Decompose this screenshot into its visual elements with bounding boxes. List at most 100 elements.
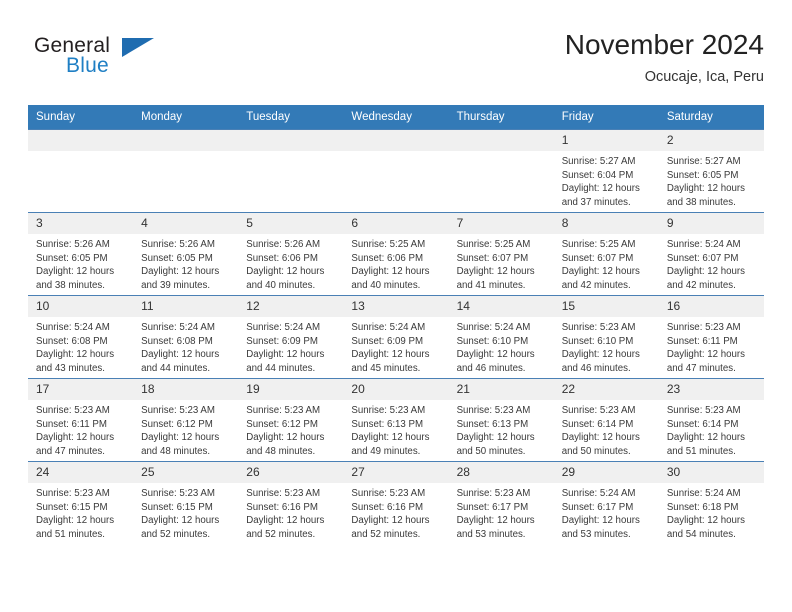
- daylight-text: Daylight: 12 hours: [666, 349, 745, 361]
- sunset-text: Sunset: 6:05 PM: [36, 252, 108, 264]
- day-details: Sunrise: 5:26 AM Sunset: 6:05 PM Daylight:…: [28, 234, 133, 292]
- sunrise-text: Sunrise: 5:23 AM: [246, 488, 321, 499]
- sunrise-text: Sunrise: 5:24 AM: [36, 322, 110, 333]
- calendar-cell-day[interactable]: 26 Sunrise: 5:23 AM Sunset: 6:16 PM Dayligh…: [238, 461, 344, 544]
- sunrise-text: Sunrise: 5:27 AM: [666, 156, 741, 167]
- calendar-cell-day[interactable]: 15 Sunrise: 5:23 AM Sunset: 6:10 PM Dayligh…: [553, 295, 659, 379]
- calendar-cell-day[interactable]: 9 Sunrise: 5:24 AM Sunset: 6:07 PM Daylight…: [658, 212, 764, 296]
- calendar-cell-day[interactable]: 19 Sunrise: 5:23 AM Sunset: 6:12 PM Dayligh…: [238, 378, 344, 462]
- sunset-text: Sunset: 6:10 PM: [456, 335, 529, 347]
- daylight-text: Daylight: 12 hours: [666, 515, 745, 527]
- daylight-text: and 50 minutes.: [561, 445, 631, 457]
- daylight-text: Daylight: 12 hours: [246, 349, 325, 361]
- calendar-week-row: 3 Sunrise: 5:26 AM Sunset: 6:05 PM Daylight…: [28, 212, 764, 296]
- day-number: 22: [553, 379, 659, 400]
- day-number: 6: [343, 213, 449, 234]
- daylight-text: and 43 minutes.: [36, 362, 105, 374]
- calendar-cell-day[interactable]: 5 Sunrise: 5:26 AM Sunset: 6:06 PM Daylight…: [238, 212, 344, 296]
- calendar-cell-day[interactable]: 25 Sunrise: 5:23 AM Sunset: 6:15 PM Dayligh…: [133, 461, 239, 544]
- sunrise-text: Sunrise: 5:24 AM: [561, 488, 636, 499]
- calendar-cell-day[interactable]: 23 Sunrise: 5:23 AM Sunset: 6:14 PM Dayligh…: [658, 378, 764, 462]
- daylight-text: Daylight: 12 hours: [456, 432, 535, 444]
- sunset-text: Sunset: 6:12 PM: [246, 418, 318, 430]
- daylight-text: and 50 minutes.: [456, 445, 526, 457]
- day-details: Sunrise: 5:23 AM Sunset: 6:17 PM Daylight:…: [449, 483, 554, 541]
- calendar-cell-day[interactable]: 28 Sunrise: 5:23 AM Sunset: 6:17 PM Dayligh…: [448, 461, 554, 544]
- daylight-text: Daylight: 12 hours: [456, 266, 535, 278]
- sunset-text: Sunset: 6:17 PM: [456, 501, 529, 513]
- daylight-text: and 37 minutes.: [561, 196, 631, 208]
- daylight-text: and 52 minutes.: [246, 528, 316, 540]
- calendar-cell-day[interactable]: 3 Sunrise: 5:26 AM Sunset: 6:05 PM Daylight…: [28, 212, 134, 296]
- sunset-text: Sunset: 6:11 PM: [666, 335, 738, 347]
- calendar-cell-day[interactable]: 27 Sunrise: 5:23 AM Sunset: 6:16 PM Dayligh…: [343, 461, 449, 544]
- daylight-text: and 40 minutes.: [351, 279, 421, 291]
- calendar-cell-day[interactable]: 18 Sunrise: 5:23 AM Sunset: 6:12 PM Dayligh…: [133, 378, 239, 462]
- day-details: Sunrise: 5:25 AM Sunset: 6:07 PM Daylight:…: [449, 234, 554, 292]
- day-details: Sunrise: 5:23 AM Sunset: 6:16 PM Daylight:…: [238, 483, 343, 541]
- day-details: Sunrise: 5:24 AM Sunset: 6:09 PM Daylight:…: [343, 317, 448, 375]
- daylight-text: Daylight: 12 hours: [456, 349, 535, 361]
- calendar-cell-day[interactable]: 24 Sunrise: 5:23 AM Sunset: 6:15 PM Dayligh…: [28, 461, 134, 544]
- day-number: [448, 130, 554, 151]
- general-blue-logo[interactable]: General Blue: [34, 34, 224, 86]
- day-number: 1: [553, 130, 659, 151]
- calendar-cell-day[interactable]: 4 Sunrise: 5:26 AM Sunset: 6:05 PM Daylight…: [133, 212, 239, 296]
- calendar-cell-day[interactable]: 20 Sunrise: 5:23 AM Sunset: 6:13 PM Dayligh…: [343, 378, 449, 462]
- calendar-cell-day[interactable]: 29 Sunrise: 5:24 AM Sunset: 6:17 PM Dayligh…: [553, 461, 659, 544]
- calendar-cell-day[interactable]: 6 Sunrise: 5:25 AM Sunset: 6:06 PM Daylight…: [343, 212, 449, 296]
- calendar-cell-day[interactable]: 22 Sunrise: 5:23 AM Sunset: 6:14 PM Dayligh…: [553, 378, 659, 462]
- weekday-header-wednesday: Wednesday: [343, 105, 449, 130]
- day-details: Sunrise: 5:24 AM Sunset: 6:08 PM Daylight:…: [28, 317, 133, 375]
- daylight-text: Daylight: 12 hours: [246, 515, 325, 527]
- calendar-cell-empty: [28, 129, 134, 213]
- day-details: Sunrise: 5:23 AM Sunset: 6:11 PM Daylight:…: [659, 317, 764, 375]
- daylight-text: and 53 minutes.: [456, 528, 526, 540]
- calendar-cell-day[interactable]: 21 Sunrise: 5:23 AM Sunset: 6:13 PM Dayligh…: [448, 378, 554, 462]
- calendar-cell-empty: [133, 129, 239, 213]
- day-details: Sunrise: 5:24 AM Sunset: 6:08 PM Daylight:…: [133, 317, 238, 375]
- sunrise-text: Sunrise: 5:23 AM: [351, 405, 426, 416]
- sunrise-text: Sunrise: 5:23 AM: [246, 405, 321, 416]
- sunset-text: Sunset: 6:12 PM: [141, 418, 213, 430]
- daylight-text: Daylight: 12 hours: [456, 515, 535, 527]
- sunrise-text: Sunrise: 5:25 AM: [456, 239, 531, 250]
- sunrise-text: Sunrise: 5:24 AM: [456, 322, 531, 333]
- day-details: Sunrise: 5:23 AM Sunset: 6:12 PM Daylight:…: [238, 400, 343, 458]
- daylight-text: and 44 minutes.: [141, 362, 211, 374]
- calendar-cell-day[interactable]: 2 Sunrise: 5:27 AM Sunset: 6:05 PM Daylight…: [658, 129, 764, 213]
- calendar-cell-day[interactable]: 13 Sunrise: 5:24 AM Sunset: 6:09 PM Dayligh…: [343, 295, 449, 379]
- calendar-cell-day[interactable]: 10 Sunrise: 5:24 AM Sunset: 6:08 PM Dayligh…: [28, 295, 134, 379]
- sunset-text: Sunset: 6:13 PM: [456, 418, 529, 430]
- daylight-text: Daylight: 12 hours: [351, 515, 430, 527]
- weekday-header-saturday: Saturday: [658, 105, 764, 130]
- daylight-text: Daylight: 12 hours: [141, 515, 220, 527]
- calendar-cell-day[interactable]: 17 Sunrise: 5:23 AM Sunset: 6:11 PM Dayligh…: [28, 378, 134, 462]
- calendar-cell-day[interactable]: 11 Sunrise: 5:24 AM Sunset: 6:08 PM Dayligh…: [133, 295, 239, 379]
- day-details: Sunrise: 5:23 AM Sunset: 6:11 PM Daylight:…: [28, 400, 133, 458]
- daylight-text: Daylight: 12 hours: [561, 183, 640, 195]
- calendar-cell-day[interactable]: 1 Sunrise: 5:27 AM Sunset: 6:04 PM Daylight…: [553, 129, 659, 213]
- daylight-text: and 42 minutes.: [561, 279, 631, 291]
- sunrise-text: Sunrise: 5:24 AM: [666, 488, 741, 499]
- calendar-cell-day[interactable]: 16 Sunrise: 5:23 AM Sunset: 6:11 PM Dayligh…: [658, 295, 764, 379]
- sunrise-text: Sunrise: 5:23 AM: [351, 488, 426, 499]
- daylight-text: Daylight: 12 hours: [666, 183, 745, 195]
- daylight-text: Daylight: 12 hours: [561, 432, 640, 444]
- calendar-cell-day[interactable]: 14 Sunrise: 5:24 AM Sunset: 6:10 PM Dayligh…: [448, 295, 554, 379]
- sunrise-text: Sunrise: 5:23 AM: [456, 405, 531, 416]
- sunset-text: Sunset: 6:07 PM: [456, 252, 529, 264]
- calendar-cell-day[interactable]: 30 Sunrise: 5:24 AM Sunset: 6:18 PM Dayligh…: [658, 461, 764, 544]
- sunrise-text: Sunrise: 5:23 AM: [141, 405, 215, 416]
- sunrise-text: Sunrise: 5:23 AM: [666, 405, 741, 416]
- day-number: 23: [658, 379, 764, 400]
- sunset-text: Sunset: 6:04 PM: [561, 169, 634, 181]
- calendar-cell-day[interactable]: 7 Sunrise: 5:25 AM Sunset: 6:07 PM Daylight…: [448, 212, 554, 296]
- calendar-week-row: 24 Sunrise: 5:23 AM Sunset: 6:15 PM Dayligh…: [28, 461, 764, 544]
- day-details: Sunrise: 5:24 AM Sunset: 6:17 PM Daylight:…: [554, 483, 659, 541]
- sunrise-text: Sunrise: 5:24 AM: [351, 322, 426, 333]
- day-number: 2: [658, 130, 764, 151]
- sunset-text: Sunset: 6:05 PM: [666, 169, 739, 181]
- calendar-cell-day[interactable]: 8 Sunrise: 5:25 AM Sunset: 6:07 PM Daylight…: [553, 212, 659, 296]
- calendar-cell-day[interactable]: 12 Sunrise: 5:24 AM Sunset: 6:09 PM Dayligh…: [238, 295, 344, 379]
